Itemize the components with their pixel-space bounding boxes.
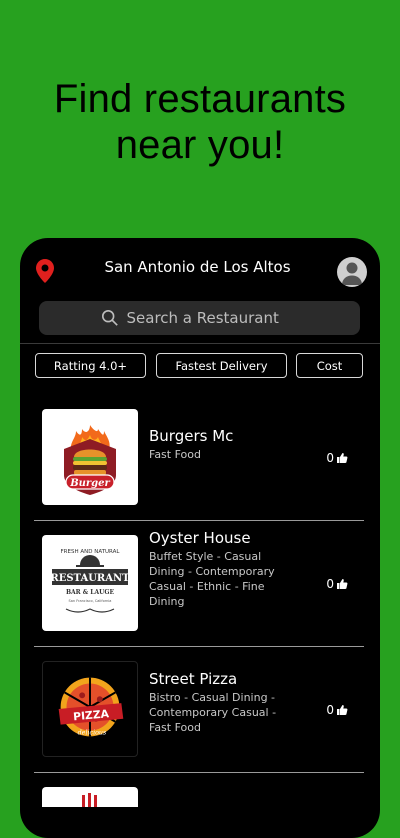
profile-avatar[interactable]: [337, 257, 367, 287]
hero-line-1: Find restaurants: [53, 77, 347, 121]
restaurant-card-burgers-mc[interactable]: Burger Burgers Mc Fast Food 0: [34, 395, 364, 521]
restaurant-name: Street Pizza: [149, 670, 238, 688]
current-location[interactable]: San Antonio de Los Altos: [80, 258, 315, 276]
restaurant-name: Burgers Mc: [149, 427, 234, 445]
user-icon: [342, 262, 362, 285]
thumbs-up-icon: [337, 453, 348, 463]
thumbs-up-icon: [337, 579, 348, 589]
restaurant-category: Bistro - Casual Dining - Contemporary Ca…: [149, 691, 277, 734]
restaurant-card-street-pizza[interactable]: PIZZA delicious Street Pizza Bistro - Ca…: [34, 647, 364, 773]
search-bar[interactable]: [39, 301, 360, 335]
like-count-value: 0: [326, 703, 334, 717]
like-count[interactable]: 0: [326, 703, 348, 717]
logo-top-text: FRESH AND NATURAL: [61, 549, 121, 555]
restaurant-category: Buffet Style - Casual Dining - Contempor…: [149, 550, 275, 608]
filter-rating-chip[interactable]: Ratting 4.0+: [35, 353, 146, 378]
logo-small-text: San Francisco, California: [69, 599, 112, 603]
pizza-logo: PIZZA delicious: [42, 661, 138, 757]
burger-logo: Burger: [42, 409, 138, 505]
restaurant-logo: FRESH AND NATURAL RESTAURANT BAR & LAUGE…: [42, 535, 138, 631]
pizza-logo-subtitle: delicious: [78, 728, 107, 736]
filter-cost-chip[interactable]: Cost: [296, 353, 363, 378]
filter-fastest-delivery-chip[interactable]: Fastest Delivery: [156, 353, 287, 378]
burger-logo-text: Burger: [69, 478, 110, 489]
app-screen: San Antonio de Los Altos Ratting 4.0+ Fa…: [20, 238, 380, 838]
restaurant-name: Oyster House: [149, 529, 251, 547]
header-divider: [20, 343, 380, 344]
restaurant-logo-partial: [42, 787, 138, 807]
logo-subtitle-text: BAR & LAUGE: [66, 589, 115, 596]
like-count-value: 0: [326, 451, 334, 465]
restaurant-card-oyster-house[interactable]: FRESH AND NATURAL RESTAURANT BAR & LAUGE…: [34, 521, 364, 647]
hero-heading: Find restaurants near you!: [0, 76, 400, 168]
logo-title-text: RESTAURANT: [50, 573, 130, 584]
location-pin-icon[interactable]: [36, 259, 54, 283]
thumbs-up-icon: [337, 705, 348, 715]
restaurant-category: Fast Food: [149, 448, 201, 461]
search-input[interactable]: [124, 308, 299, 328]
like-count[interactable]: 0: [326, 451, 348, 465]
hero-line-2: near you!: [115, 123, 285, 167]
like-count-value: 0: [326, 577, 334, 591]
like-count[interactable]: 0: [326, 577, 348, 591]
search-icon: [101, 309, 118, 326]
